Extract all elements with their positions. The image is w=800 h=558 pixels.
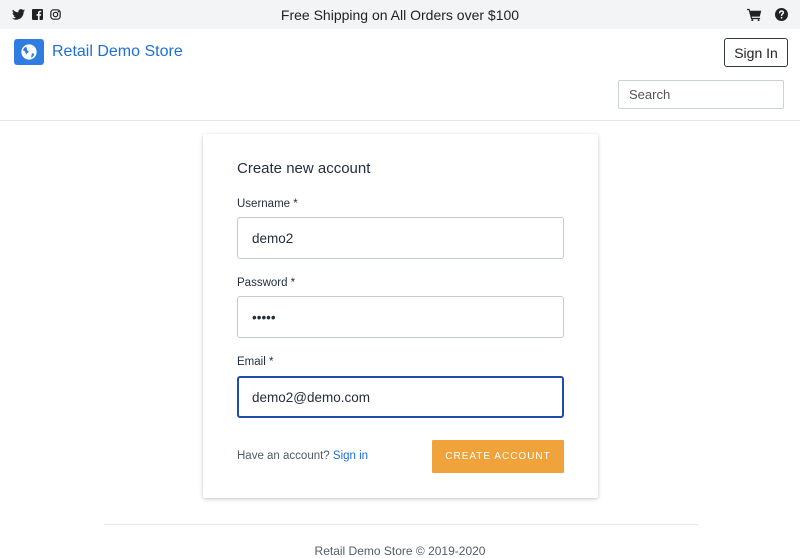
email-field[interactable]	[239, 378, 562, 416]
social-links	[12, 0, 61, 29]
instagram-icon[interactable]	[50, 9, 61, 20]
site-header: Retail Demo Store Sign In	[0, 29, 800, 121]
password-field[interactable]	[238, 297, 563, 337]
have-account-row: Have an account? Sign in	[237, 450, 368, 462]
footer-divider	[104, 524, 698, 525]
search-input[interactable]	[619, 81, 800, 108]
password-label: Password *	[237, 277, 296, 289]
have-account-text: Have an account?	[237, 450, 330, 462]
twitter-icon[interactable]	[12, 9, 25, 20]
search-box	[618, 80, 800, 109]
footer-copyright: Retail Demo Store © 2019-2020	[314, 544, 486, 558]
username-label: Username *	[237, 198, 298, 210]
username-field-wrapper	[237, 217, 564, 259]
cart-icon[interactable]	[747, 8, 762, 21]
facebook-icon[interactable]	[32, 9, 43, 20]
globe-icon	[14, 39, 44, 65]
username-field[interactable]	[238, 218, 563, 258]
promo-text: Free Shipping on All Orders over $100	[280, 6, 520, 23]
brand-link[interactable]: Retail Demo Store	[14, 39, 183, 65]
top-right-icons	[747, 0, 788, 29]
sign-in-link[interactable]: Sign in	[333, 450, 368, 462]
password-field-wrapper	[237, 296, 564, 338]
email-label: Email *	[237, 356, 274, 368]
sign-in-button[interactable]: Sign In	[724, 38, 788, 67]
form-title: Create new account	[237, 160, 371, 177]
top-promo-bar: Free Shipping on All Orders over $100	[0, 0, 800, 29]
create-account-button[interactable]: CREATE ACCOUNT	[432, 440, 564, 473]
create-account-card: Create new account Username * Password *…	[203, 134, 598, 498]
help-icon[interactable]	[775, 8, 788, 21]
email-field-wrapper	[237, 376, 564, 418]
brand-name: Retail Demo Store	[52, 43, 183, 60]
